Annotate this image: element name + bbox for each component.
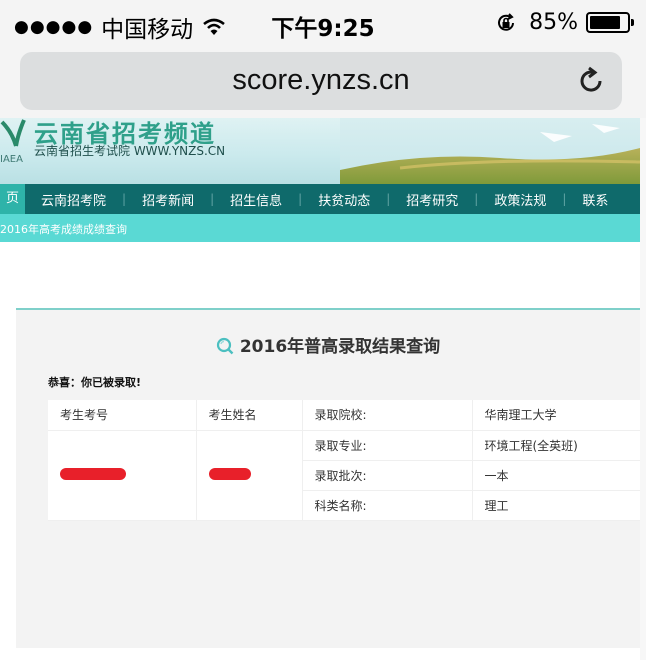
status-right: 85% [495, 10, 634, 35]
field-banner-image [340, 118, 640, 184]
nav-item-contact[interactable]: 联系 [566, 190, 624, 209]
header-exam-number: 考生考号 [48, 400, 196, 431]
logo-abbr: IAEA [0, 154, 23, 165]
value-major: 环境工程(全英班) [471, 430, 640, 461]
nav-item-home[interactable]: 页 [0, 184, 26, 214]
congrats-message: 恭喜：你已被录取! [48, 376, 142, 389]
result-table: 考生考号 考生姓名 录取院校: 华南理工大学 录取专业: 环境工程(全英班) 录… [48, 400, 640, 521]
site-header: IAEA 云南省招考频道 云南省招生考试院 WWW.YNZS.CN [0, 118, 640, 184]
redaction-mark [208, 467, 251, 480]
exam-number-cell [48, 430, 196, 521]
battery-fill [590, 16, 620, 29]
main-nav: 页 云南招考院 | 招考新闻 | 招生信息 | 扶贫动态 | 招考研究 | 政策… [0, 184, 640, 214]
nav-item-news[interactable]: 招考新闻 [126, 190, 210, 209]
panel-title-text: 2016年普高录取结果查询 [239, 337, 441, 357]
site-subtitle: 云南省招生考试院 WWW.YNZS.CN [34, 144, 226, 158]
rotation-lock-icon [498, 12, 515, 31]
label-major: 录取专业: [301, 430, 472, 461]
nav-item-admissions-info[interactable]: 招生信息 [214, 190, 298, 209]
nav-item-zhaokaoyuan[interactable]: 云南招考院 [25, 190, 122, 209]
header-candidate-name: 考生姓名 [195, 400, 302, 431]
browser-toolbar: score.ynzs.cn [0, 46, 646, 118]
value-category: 理工 [471, 490, 640, 521]
nav-item-poverty-relief[interactable]: 扶贫动态 [302, 190, 386, 209]
battery-percent: 85% [529, 10, 578, 35]
label-category: 科类名称: [301, 490, 472, 521]
breadcrumb: 2016年高考成绩成绩查询 [0, 214, 640, 242]
search-icon [216, 337, 234, 355]
battery-tip [631, 19, 634, 26]
status-bar: ●●●●● 中国移动 下午9:25 85% [0, 0, 646, 46]
table-row: 考生考号 考生姓名 录取院校: 华南理工大学 [48, 400, 640, 431]
nav-item-research[interactable]: 招考研究 [390, 190, 474, 209]
reload-icon[interactable] [576, 66, 606, 96]
candidate-name-cell [195, 430, 302, 521]
result-panel: 2016年普高录取结果查询 恭喜：你已被录取! 考生考号 考生姓名 录取院校: … [16, 308, 640, 648]
breadcrumb-text[interactable]: 2016年高考成绩成绩查询 [0, 221, 127, 237]
nav-item-policy[interactable]: 政策法规 [478, 190, 562, 209]
battery-icon [586, 12, 634, 33]
address-bar[interactable]: score.ynzs.cn [20, 52, 622, 110]
table-row: 录取专业: 环境工程(全英班) [48, 430, 640, 521]
url-text[interactable]: score.ynzs.cn [20, 64, 622, 97]
label-college: 录取院校: [301, 400, 472, 431]
value-college: 华南理工大学 [471, 400, 640, 431]
panel-title: 2016年普高录取结果查询 [16, 332, 640, 357]
page-edge [640, 118, 646, 660]
content-area: 2016年普高录取结果查询 恭喜：你已被录取! 考生考号 考生姓名 录取院校: … [0, 242, 640, 660]
redaction-mark [60, 467, 126, 480]
value-batch: 一本 [471, 460, 640, 491]
label-batch: 录取批次: [301, 460, 472, 491]
